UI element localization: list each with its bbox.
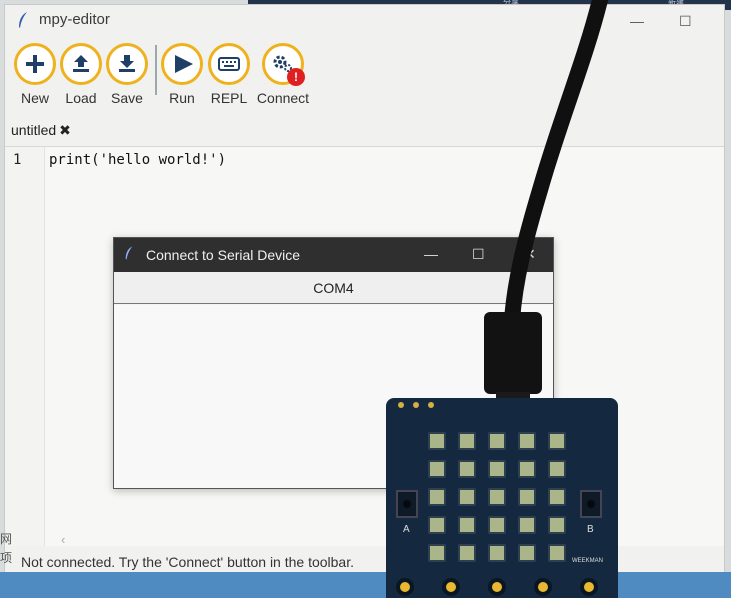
led — [458, 460, 476, 478]
led — [518, 460, 536, 478]
led — [488, 488, 506, 506]
led — [428, 460, 446, 478]
led — [488, 432, 506, 450]
board-button-a — [396, 490, 418, 518]
led — [548, 488, 566, 506]
led — [518, 432, 536, 450]
edge-pin-icon — [488, 578, 506, 596]
pad-icon — [398, 402, 404, 408]
led — [518, 544, 536, 562]
led — [428, 432, 446, 450]
usb-cable — [484, 0, 608, 404]
led — [458, 488, 476, 506]
led — [458, 432, 476, 450]
edge-pin-icon — [534, 578, 552, 596]
led — [488, 460, 506, 478]
led — [548, 432, 566, 450]
pad-icon — [413, 402, 419, 408]
board-brand: WEEKMAN — [572, 558, 604, 564]
led — [428, 544, 446, 562]
led — [458, 544, 476, 562]
led — [428, 516, 446, 534]
edge-pin-icon — [396, 578, 414, 596]
led — [488, 516, 506, 534]
microcontroller-board: A B WEEKMAN — [386, 398, 618, 598]
led — [548, 460, 566, 478]
edge-pin-icon — [442, 578, 460, 596]
pad-icon — [428, 402, 434, 408]
board-button-b — [580, 490, 602, 518]
led — [548, 544, 566, 562]
board-button-b-label: B — [587, 524, 594, 535]
board-button-a-label: A — [403, 524, 410, 535]
led — [518, 488, 536, 506]
led — [428, 488, 446, 506]
led — [488, 544, 506, 562]
edge-pin-icon — [580, 578, 598, 596]
led — [518, 516, 536, 534]
led — [548, 516, 566, 534]
led — [458, 516, 476, 534]
